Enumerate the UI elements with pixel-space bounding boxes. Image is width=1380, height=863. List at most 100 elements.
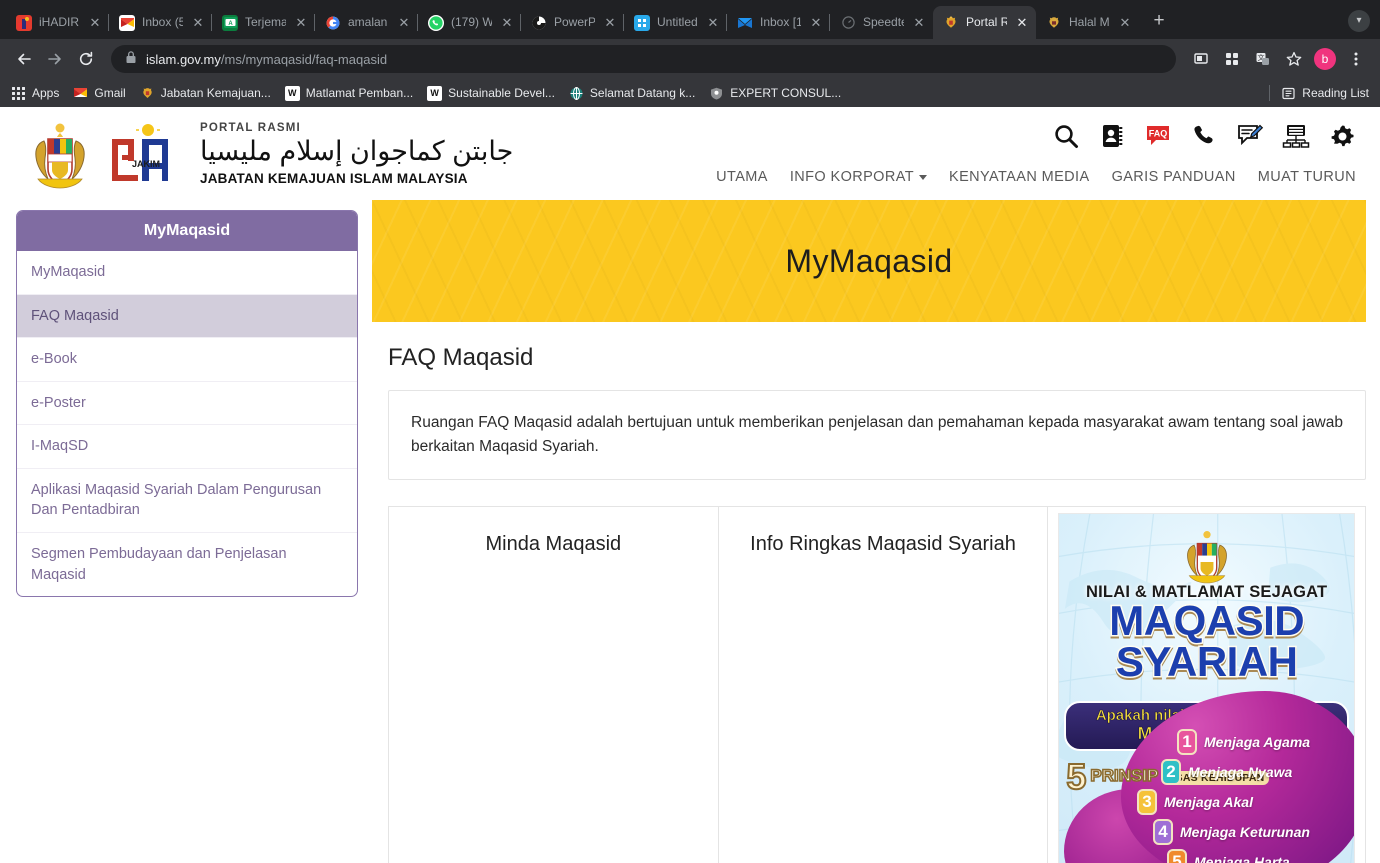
browser-tab[interactable]: amalan se... ✕ bbox=[315, 6, 418, 39]
bookmark-matlamat[interactable]: W Matlamat Pemban... bbox=[284, 85, 413, 101]
sitemap-icon[interactable] bbox=[1282, 122, 1310, 150]
back-arrow-icon[interactable] bbox=[10, 45, 38, 73]
reading-list-button[interactable]: Reading List bbox=[1281, 86, 1369, 101]
url-host: islam.gov.my bbox=[146, 51, 221, 67]
feedback-icon[interactable] bbox=[1236, 122, 1264, 150]
nav-item-garis-panduan[interactable]: GARIS PANDUAN bbox=[1112, 169, 1236, 185]
poster-prinsip-label: PRINSIP bbox=[1090, 766, 1160, 786]
translate-badge-icon[interactable]: 文 bbox=[1249, 45, 1277, 73]
nav-item-kenyataan-media[interactable]: KENYATAAN MEDIA bbox=[949, 169, 1090, 185]
close-icon[interactable]: ✕ bbox=[190, 15, 206, 31]
faq-icon[interactable]: FAQ bbox=[1144, 122, 1172, 150]
bookmark-label: EXPERT CONSUL... bbox=[730, 86, 842, 100]
forward-arrow-icon[interactable] bbox=[41, 45, 69, 73]
poster-principle-number: 4 bbox=[1153, 819, 1174, 846]
bookmark-expert-consul[interactable]: EXPERT CONSUL... bbox=[709, 86, 841, 101]
close-icon[interactable]: ✕ bbox=[499, 15, 515, 31]
search-icon[interactable] bbox=[1052, 122, 1080, 150]
svg-text:A: A bbox=[228, 21, 233, 27]
kebab-menu-icon[interactable] bbox=[1342, 45, 1370, 73]
profile-avatar[interactable]: b bbox=[1314, 48, 1336, 70]
jata-icon bbox=[140, 86, 155, 101]
card-minda-maqasid[interactable]: Minda Maqasid bbox=[388, 506, 719, 863]
reading-list-icon bbox=[1281, 86, 1296, 101]
sidebar-item-eposter[interactable]: e-Poster bbox=[17, 382, 357, 426]
sidebar-card: MyMaqasid MyMaqasid FAQ Maqasid e-Book e… bbox=[16, 210, 358, 598]
bookmark-star-icon[interactable] bbox=[1280, 45, 1308, 73]
lock-icon bbox=[125, 50, 137, 69]
phone-icon[interactable] bbox=[1190, 122, 1218, 150]
nav-item-info-korporat[interactable]: INFO KORPORAT bbox=[790, 169, 927, 185]
cast-icon[interactable] bbox=[1187, 45, 1215, 73]
department-name: JABATAN KEMAJUAN ISLAM MALAYSIA bbox=[200, 171, 468, 186]
sidebar-item-mymaqasid[interactable]: MyMaqasid bbox=[17, 251, 357, 295]
reload-icon[interactable] bbox=[72, 45, 100, 73]
close-icon[interactable]: ✕ bbox=[911, 15, 927, 31]
directory-icon[interactable] bbox=[1098, 122, 1126, 150]
browser-tab[interactable]: Inbox (53... ✕ bbox=[109, 6, 212, 39]
sidebar-item-segmen-pembudayaan[interactable]: Segmen Pembudayaan dan Penjelasan Maqasi… bbox=[17, 533, 357, 596]
browser-tab[interactable]: Halal Mala... ✕ bbox=[1036, 6, 1139, 39]
close-icon[interactable]: ✕ bbox=[705, 15, 721, 31]
close-icon[interactable]: ✕ bbox=[1014, 15, 1030, 31]
sidebar-item-imaqsd[interactable]: I-MaqSD bbox=[17, 425, 357, 469]
sidebar-item-faq-maqasid[interactable]: FAQ Maqasid bbox=[17, 294, 357, 339]
close-icon[interactable]: ✕ bbox=[396, 15, 412, 31]
apps-grid-icon bbox=[11, 86, 26, 101]
card-info-ringkas[interactable]: Info Ringkas Maqasid Syariah bbox=[718, 506, 1049, 863]
mail-icon bbox=[737, 15, 753, 31]
bookmark-sustainable[interactable]: W Sustainable Devel... bbox=[427, 85, 555, 101]
browser-tab[interactable]: (179) Wha... ✕ bbox=[418, 6, 521, 39]
poster-principle-item: 1 Menjaga Agama bbox=[1177, 727, 1349, 757]
nav-item-utama[interactable]: UTAMA bbox=[716, 169, 768, 185]
google-icon bbox=[325, 15, 341, 31]
nav-label: GARIS PANDUAN bbox=[1111, 169, 1236, 185]
close-icon[interactable]: ✕ bbox=[808, 15, 824, 31]
browser-tab[interactable]: Inbox [1/1... ✕ bbox=[727, 6, 830, 39]
browser-toolbar: islam.gov.my/ms/mymaqasid/faq-maqasid 文 … bbox=[0, 39, 1380, 79]
browser-tab-active[interactable]: Portal Ras... ✕ bbox=[933, 6, 1036, 39]
browser-window: iHADIR - ... ✕ Inbox (53... ✕ A Terjemah… bbox=[0, 0, 1380, 863]
tab-title: Halal Mala... bbox=[1069, 15, 1110, 29]
browser-tab[interactable]: Speedtes... ✕ bbox=[830, 6, 933, 39]
address-bar[interactable]: islam.gov.my/ms/mymaqasid/faq-maqasid bbox=[111, 45, 1176, 73]
ihadir-icon bbox=[16, 14, 32, 31]
tab-title: Untitled1 bbox=[657, 15, 698, 29]
settings-gear-icon[interactable] bbox=[1328, 122, 1356, 150]
cards-row: Minda Maqasid Info Ringkas Maqasid Syari… bbox=[388, 506, 1367, 863]
poster-principle-number: 1 bbox=[1177, 729, 1198, 756]
nav-item-muat-turun[interactable]: MUAT TURUN bbox=[1258, 169, 1356, 185]
tab-title: amalan se... bbox=[348, 15, 389, 29]
close-icon[interactable]: ✕ bbox=[87, 15, 103, 31]
poster-title-line2: SYARIAH bbox=[1114, 637, 1299, 685]
tab-search-icon[interactable]: ▾ bbox=[1348, 10, 1370, 32]
browser-tab[interactable]: A Terjemaha... ✕ bbox=[212, 6, 315, 39]
card-poster[interactable]: NILAI & MATLAMAT SEJAGAT MAQASID SYARIAH… bbox=[1048, 506, 1367, 863]
browser-tab[interactable]: iHADIR - ... ✕ bbox=[6, 6, 109, 39]
bookmark-jakim[interactable]: Jabatan Kemajuan... bbox=[140, 86, 271, 101]
poster-jata-icon bbox=[1186, 531, 1227, 584]
sidebar-item-aplikasi-maqasid[interactable]: Aplikasi Maqasid Syariah Dalam Pengurusa… bbox=[17, 469, 357, 534]
bookmark-selamat-datang[interactable]: Selamat Datang k... bbox=[569, 86, 695, 101]
poster-principle-item: 2 Menjaga Nyawa bbox=[1161, 757, 1349, 787]
close-icon[interactable]: ✕ bbox=[1117, 15, 1133, 31]
sidebar-item-ebook[interactable]: e-Book bbox=[17, 338, 357, 382]
divider bbox=[1269, 85, 1271, 101]
close-icon[interactable]: ✕ bbox=[602, 15, 618, 31]
browser-tab[interactable]: PowerPoin... ✕ bbox=[521, 6, 624, 39]
poster-principle-label: Menjaga Nyawa bbox=[1188, 764, 1293, 781]
jata-negara-logo bbox=[35, 123, 85, 189]
browser-tab[interactable]: Untitled1 ✕ bbox=[624, 6, 727, 39]
new-tab-button[interactable]: + bbox=[1145, 8, 1173, 36]
translate-icon: A bbox=[222, 14, 238, 31]
bookmark-gmail[interactable]: Gmail bbox=[73, 86, 126, 101]
poster-principle-label: Menjaga Keturunan bbox=[1180, 824, 1310, 841]
close-icon[interactable]: ✕ bbox=[293, 15, 309, 31]
tab-title: Inbox (53... bbox=[142, 15, 183, 29]
nav-label: KENYATAAN MEDIA bbox=[949, 169, 1090, 185]
extensions-puzzle-icon[interactable] bbox=[1218, 45, 1246, 73]
site-brand[interactable]: JAKIM PORTAL RASMI جابتن كماجوان إسلام م… bbox=[24, 107, 513, 189]
bookmark-apps[interactable]: Apps bbox=[11, 86, 59, 101]
gmail-icon bbox=[119, 14, 135, 31]
intro-box: Ruangan FAQ Maqasid adalah bertujuan unt… bbox=[388, 390, 1366, 481]
